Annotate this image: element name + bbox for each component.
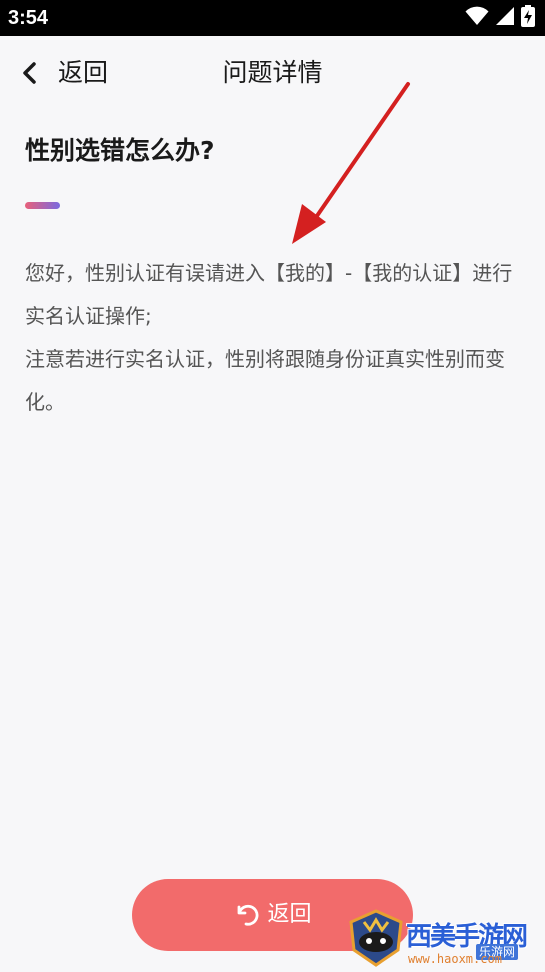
- battery-icon: [521, 5, 535, 31]
- undo-icon: [233, 901, 261, 929]
- accent-bar: [25, 202, 60, 209]
- bottom-back-label: 返回: [267, 902, 312, 927]
- bottom-back-button[interactable]: 返回: [132, 879, 413, 951]
- header: 返回 问题详情: [0, 36, 545, 110]
- status-bar: 3:54: [0, 0, 545, 36]
- answer-paragraph: 您好，性别认证有误请进入【我的】-【我的认证】进行实名认证操作;: [25, 261, 513, 328]
- signal-icon: [495, 6, 515, 30]
- question-title: 性别选错怎么办?: [25, 136, 215, 165]
- wifi-icon: [465, 6, 489, 30]
- answer-body: 您好，性别认证有误请进入【我的】-【我的认证】进行实名认证操作; 注意若进行实名…: [25, 252, 515, 424]
- back-label: 返回: [58, 58, 109, 87]
- answer-paragraph: 注意若进行实名认证，性别将跟随身份证真实性别而变化。: [25, 347, 505, 414]
- watermark-brand: 西美手游网: [406, 922, 528, 952]
- watermark-sub: 乐游网: [476, 944, 519, 960]
- back-button[interactable]: 返回: [18, 52, 108, 94]
- chevron-left-icon: [18, 60, 44, 86]
- status-time: 3:54: [8, 7, 49, 29]
- watermark-url: www.haoxm.com: [408, 952, 502, 966]
- status-icons: [465, 5, 535, 31]
